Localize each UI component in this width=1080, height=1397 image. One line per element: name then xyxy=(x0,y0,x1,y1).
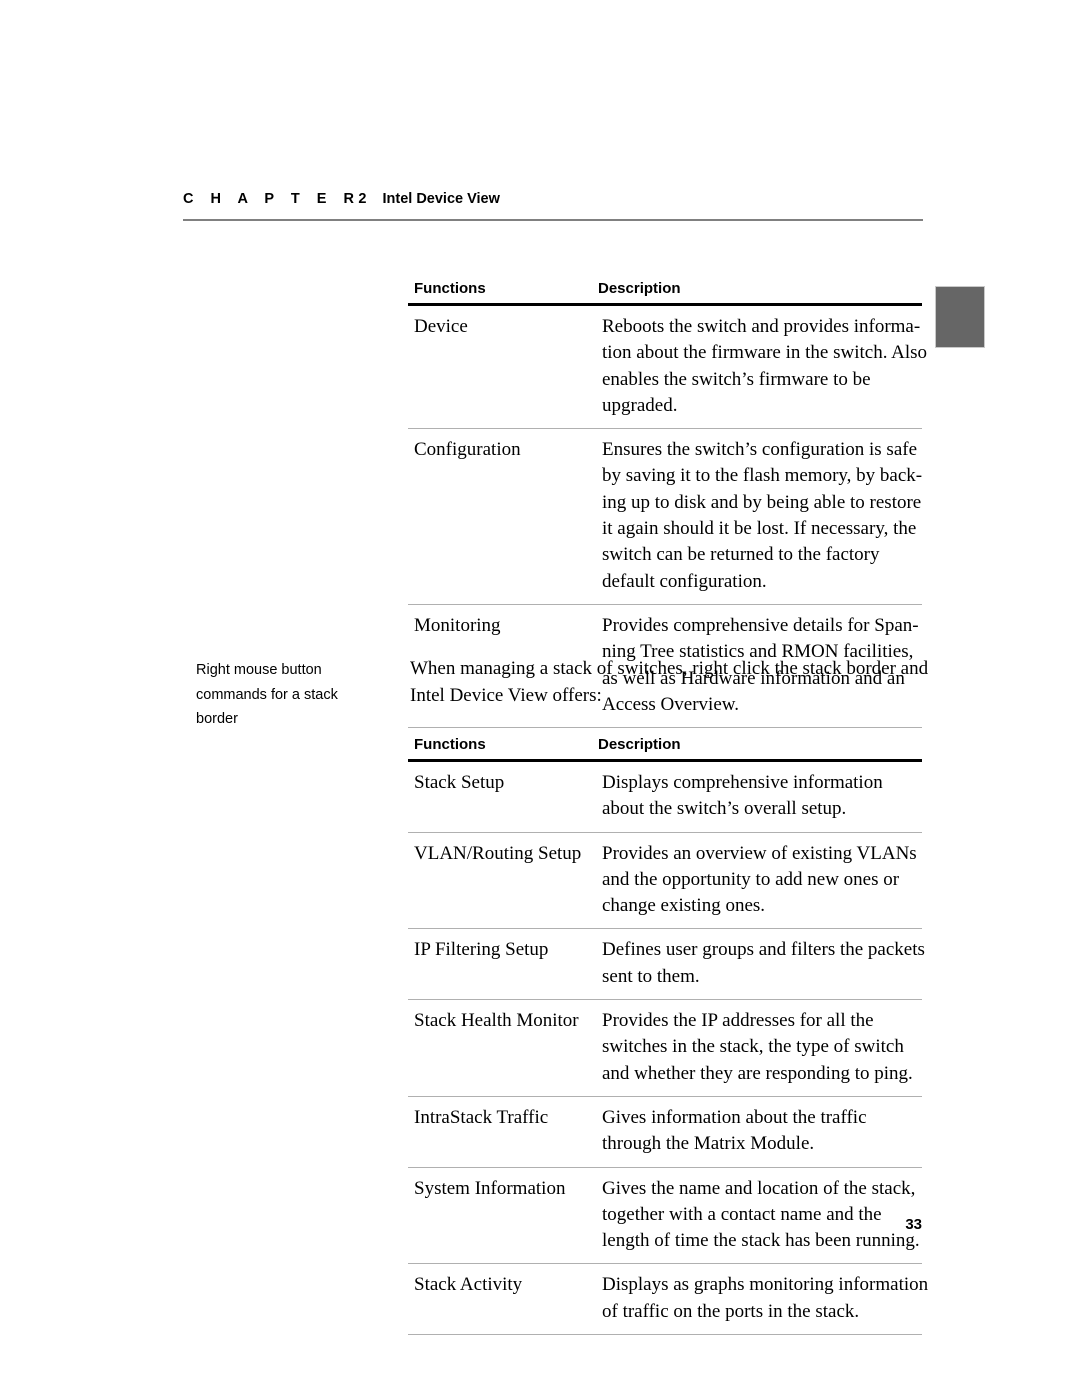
cell-description: Ensures the switch’s configuration is sa… xyxy=(602,437,924,595)
cell-description-line: Provides the IP addresses for all the xyxy=(602,1010,874,1032)
cell-description-line: Defines user groups and filters the pack… xyxy=(602,939,925,961)
cell-description-line: about the switch’s overall setup. xyxy=(602,798,847,820)
page-number: 33 xyxy=(905,1216,922,1233)
cell-description-line: tion about the firmware in the switch. A… xyxy=(602,342,928,364)
cell-description: Gives the name and location of the stack… xyxy=(602,1176,922,1255)
cell-description-line: ing up to disk and by being able to rest… xyxy=(602,491,922,513)
cell-description-line: Reboots the switch and provides informa- xyxy=(602,316,921,337)
cell-function-name: Stack Health Monitor xyxy=(414,1010,579,1032)
cell-description-line: of traffic on the ports in the stack. xyxy=(602,1300,860,1322)
cell-description: Reboots the switch and provides informa-… xyxy=(602,314,929,419)
cell-description-line: and the opportunity to add new ones or xyxy=(602,868,900,890)
table-header-row: Functions Description xyxy=(408,272,922,298)
cell-description-line: through the Matrix Module. xyxy=(602,1133,815,1155)
cell-function-name: IntraStack Traffic xyxy=(414,1106,549,1128)
cell-description: Defines user groups and filters the pack… xyxy=(602,937,927,990)
chapter-number: 2 xyxy=(358,191,367,207)
cell-description-line: Gives information about the traffic xyxy=(602,1106,867,1128)
cell-description-line: Provides comprehensive details for Span- xyxy=(602,614,919,636)
cell-description-line: Displays as graphs monitoring informatio… xyxy=(602,1274,929,1296)
stack-border-functions-table: Functions Description Stack Setup Displays … xyxy=(408,728,928,1336)
header-divider xyxy=(183,219,923,221)
margin-note-line: commands for a stack xyxy=(196,686,338,703)
margin-note: Right mouse button commands for a stack bo… xyxy=(196,658,392,732)
cell-description-line: change existing ones. xyxy=(602,895,766,917)
chapter-title: Intel Device View xyxy=(382,191,500,207)
cell-description-line: Gives the name and location of the stack… xyxy=(602,1177,916,1199)
column-header-functions: Functions xyxy=(414,736,486,753)
paragraph-line: When managing a stack of switches, right… xyxy=(410,658,929,679)
cell-description-line: enables the switch’s firmware to be xyxy=(602,368,871,390)
cell-description-line: sent to them. xyxy=(602,965,700,987)
table-row: Stack Health Monitor Provides the IP addr… xyxy=(408,1000,922,1096)
cell-description-line: by saving it to the flash memory, by bac… xyxy=(602,465,923,487)
cell-description: Gives information about the traffic throu… xyxy=(602,1105,922,1158)
table-header-row: Functions Description xyxy=(408,728,922,754)
table-row: IP Filtering Setup Defines user groups an… xyxy=(408,929,925,999)
margin-note-line: Right mouse button xyxy=(196,662,322,678)
cell-description-line: default configuration. xyxy=(602,570,767,592)
table-row: VLAN/Routing Setup Provides an overview o… xyxy=(408,833,922,929)
column-header-functions: Functions xyxy=(414,280,486,297)
cell-description-line: Provides an overview of existing VLANs xyxy=(602,842,917,864)
cell-function-name: Stack Setup xyxy=(414,772,505,793)
cell-function-name: System Information xyxy=(414,1177,566,1199)
intro-paragraph: When managing a stack of switches, right… xyxy=(410,656,930,709)
table-row: Stack Setup Displays comprehensive inform… xyxy=(408,762,922,832)
column-header-description: Description xyxy=(598,736,681,753)
cell-function-name: Device xyxy=(414,316,468,337)
page-edge-thumb-tab xyxy=(935,286,985,348)
table-row: IntraStack Traffic Gives information abou… xyxy=(408,1097,922,1167)
cell-description: Displays comprehensive information about … xyxy=(602,770,922,823)
cell-description: Displays as graphs monitoring informatio… xyxy=(602,1272,930,1325)
cell-description: Provides the IP addresses for all the swi… xyxy=(602,1008,922,1087)
table-row: Stack Activity Displays as graphs monitor… xyxy=(408,1264,928,1334)
table-row-divider xyxy=(408,1334,922,1336)
margin-note-line: border xyxy=(196,711,238,727)
cell-function-name: VLAN/Routing Setup xyxy=(414,842,582,864)
cell-description: Provides an overview of existing VLANs an… xyxy=(602,841,922,920)
cell-description-line: Displays comprehensive information xyxy=(602,772,883,793)
cell-description-line: switches in the stack, the type of switc… xyxy=(602,1036,904,1058)
cell-description-line: switch can be returned to the factory xyxy=(602,544,880,566)
table-row: Device Reboots the switch and provides in… xyxy=(408,306,927,428)
cell-description-line: Ensures the switch’s configuration is sa… xyxy=(602,439,918,461)
column-header-description: Description xyxy=(598,280,681,297)
cell-description-line: upgraded. xyxy=(602,394,678,416)
chapter-label: C H A P T E R xyxy=(183,191,361,207)
cell-description-line: and whether they are responding to ping. xyxy=(602,1062,913,1084)
cell-function-name: IP Filtering Setup xyxy=(414,939,549,961)
paragraph-line: Intel Device View offers: xyxy=(410,684,602,706)
cell-function-name: Configuration xyxy=(414,439,521,461)
table-row: Configuration Ensures the switch’s config… xyxy=(408,429,922,604)
cell-description-line: it again should it be lost. If necessary… xyxy=(602,518,917,540)
cell-function-name: Stack Activity xyxy=(414,1274,523,1296)
